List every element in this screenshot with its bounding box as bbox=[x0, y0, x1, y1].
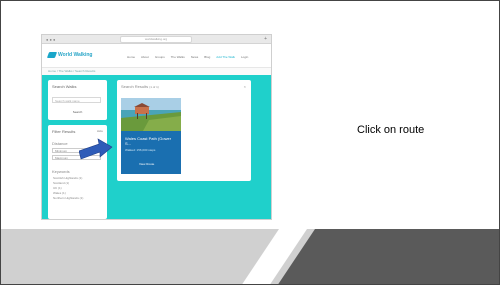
coast-photo-image bbox=[121, 98, 181, 131]
results-count: (1 of 1) bbox=[149, 85, 159, 89]
site-header: World Walking Home About Groups The Walk… bbox=[42, 44, 271, 68]
main-nav: Home About Groups The Walks News Blog Ad… bbox=[127, 55, 248, 59]
route-card-subtitle: Walked: 156,000 steps bbox=[125, 148, 156, 152]
nav-item-blog[interactable]: Blog bbox=[204, 55, 210, 59]
search-panel: Search Walks Search walk name Search bbox=[48, 80, 107, 120]
keyword-item[interactable]: Northern Highlands (1) bbox=[53, 196, 83, 201]
logo-text: World Walking bbox=[58, 52, 93, 58]
route-card-title[interactable]: Wales Coast Path (Gower S... bbox=[125, 136, 177, 146]
footer-dark-band bbox=[278, 229, 499, 284]
content-area: Search Walks Search walk name Search Fil… bbox=[42, 75, 271, 219]
results-title: Search Results (1 of 1) bbox=[121, 84, 159, 89]
results-title-text: Search Results bbox=[121, 84, 149, 89]
walker-logo-icon bbox=[46, 52, 58, 58]
nav-item-news[interactable]: News bbox=[191, 55, 199, 59]
pointer-arrow-icon bbox=[79, 138, 113, 160]
nav-item-groups[interactable]: Groups bbox=[155, 55, 165, 59]
nav-item-home[interactable]: Home bbox=[127, 55, 135, 59]
search-button[interactable]: Search bbox=[52, 109, 103, 116]
search-panel-title: Search Walks bbox=[52, 84, 77, 89]
window-controls[interactable]: ● ● ● bbox=[46, 37, 55, 42]
browser-bar: ● ● ● worldwalking.org + bbox=[42, 35, 271, 44]
filter-panel-title: Filter Results bbox=[52, 129, 76, 134]
nav-item-walks[interactable]: The Walks bbox=[171, 55, 185, 59]
website-screenshot: ● ● ● worldwalking.org + World Walking H… bbox=[41, 34, 272, 220]
results-panel: Search Results (1 of 1) × Wales Coast Pa… bbox=[117, 80, 251, 181]
filter-hide-link[interactable]: Hide bbox=[97, 129, 103, 133]
site-logo[interactable]: World Walking bbox=[46, 52, 93, 58]
nav-item-about[interactable]: About bbox=[141, 55, 149, 59]
nav-item-login[interactable]: Login bbox=[241, 55, 248, 59]
search-input[interactable]: Search walk name bbox=[52, 97, 101, 103]
route-photo[interactable] bbox=[121, 98, 181, 131]
instruction-text: Click on route bbox=[357, 124, 425, 136]
close-icon[interactable]: × bbox=[244, 84, 246, 89]
nav-item-add-walk[interactable]: Add The Walk bbox=[216, 55, 235, 59]
route-card[interactable]: Wales Coast Path (Gower S... Walked: 156… bbox=[121, 98, 181, 174]
url-bar[interactable]: worldwalking.org bbox=[120, 36, 192, 43]
new-tab-button[interactable]: + bbox=[264, 36, 267, 42]
keywords-label: Keywords bbox=[52, 169, 70, 174]
distance-label: Distance bbox=[52, 141, 68, 146]
slide: ● ● ● worldwalking.org + World Walking H… bbox=[0, 0, 500, 285]
view-route-button[interactable]: View Route bbox=[139, 162, 154, 166]
